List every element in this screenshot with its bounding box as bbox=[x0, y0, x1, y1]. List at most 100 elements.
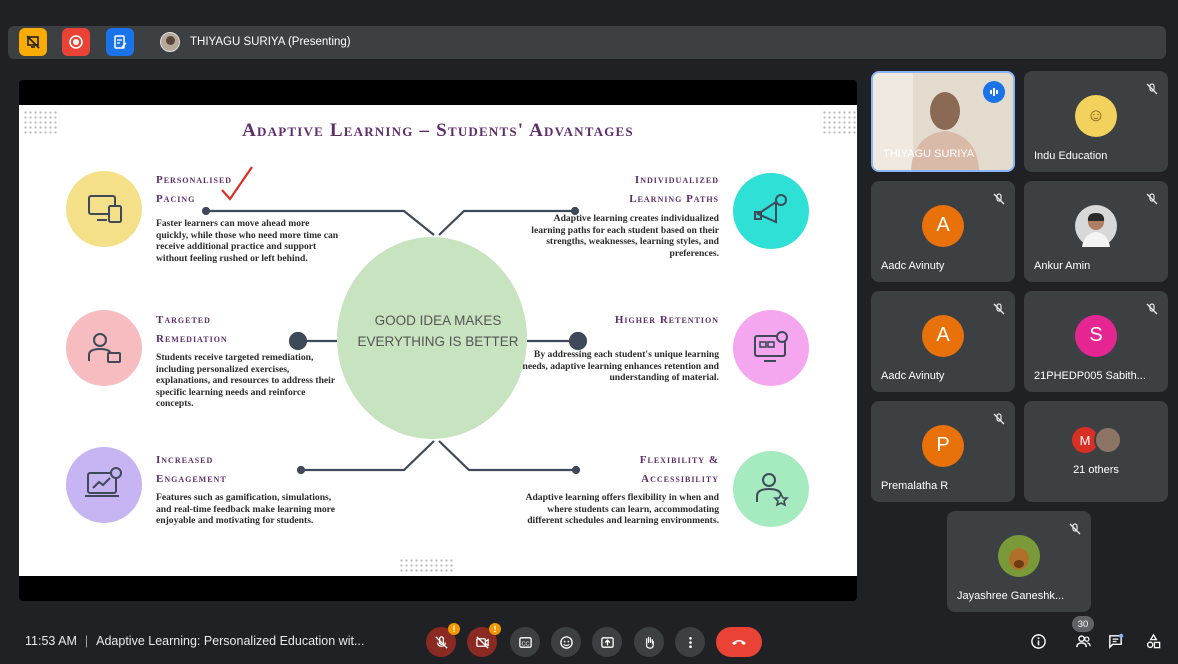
audio-level-icon bbox=[990, 88, 998, 96]
activities-button[interactable] bbox=[1140, 628, 1166, 654]
mic-off-icon bbox=[993, 303, 1005, 315]
analytics-screen-icon bbox=[85, 467, 122, 497]
separator: | bbox=[84, 634, 89, 648]
mic-off-icon bbox=[993, 193, 1005, 205]
camera-off-icon bbox=[475, 635, 489, 649]
avatar-image bbox=[1075, 204, 1117, 247]
captions-icon: CC bbox=[518, 636, 532, 648]
section-title: Personalised Pacing bbox=[156, 174, 233, 205]
leave-call-button[interactable] bbox=[716, 627, 762, 657]
participant-tile[interactable]: Jayashree Ganeshk... bbox=[947, 511, 1091, 612]
computer-icon-circle bbox=[66, 171, 142, 247]
megaphone-gear-icon bbox=[754, 194, 787, 224]
pin-off-button[interactable] bbox=[19, 28, 47, 56]
meeting-details-button[interactable] bbox=[1025, 628, 1051, 654]
avatar-initial: S bbox=[1075, 314, 1117, 357]
shared-slide: Adaptive Learning – Students' Advantages… bbox=[19, 105, 857, 576]
monitor-icon bbox=[754, 331, 788, 362]
participant-tile-video[interactable]: THIYAGU SURIYA bbox=[871, 71, 1015, 172]
others-count-label: 21 others bbox=[1073, 464, 1119, 476]
captions-button[interactable]: CC bbox=[510, 627, 540, 657]
people-button[interactable] bbox=[1070, 628, 1096, 654]
participant-name: Ankur Amin bbox=[1034, 260, 1091, 272]
emoji-icon bbox=[559, 635, 573, 649]
section-body: Students receive targeted remediation, i… bbox=[156, 352, 335, 410]
mic-off-icon bbox=[1146, 193, 1158, 205]
participant-name: Premalatha R bbox=[881, 480, 949, 492]
record-icon bbox=[69, 35, 83, 49]
participant-name: Jayashree Ganeshk... bbox=[957, 590, 1065, 602]
teacher-icon bbox=[88, 333, 121, 363]
chat-button[interactable] bbox=[1102, 628, 1128, 654]
person-star-icon bbox=[756, 473, 789, 507]
mic-off-icon bbox=[1146, 83, 1158, 95]
activities-icon bbox=[1146, 633, 1160, 648]
dog-photo-icon bbox=[1009, 547, 1029, 570]
raise-hand-button[interactable] bbox=[634, 627, 664, 657]
presenter-label: THIYAGU SURIYA (Presenting) bbox=[190, 36, 351, 48]
hang-up-icon bbox=[732, 640, 746, 645]
participant-name: THIYAGU SURIYA bbox=[883, 148, 975, 160]
avatar-initial: A bbox=[922, 204, 964, 247]
warning-badge: ! bbox=[448, 623, 460, 635]
note-edit-icon bbox=[114, 35, 127, 49]
present-screen-icon bbox=[600, 636, 614, 648]
megaphone-gear-icon-circle bbox=[733, 173, 809, 249]
avatar-image: ☺ bbox=[1075, 94, 1117, 137]
meeting-title[interactable]: Adaptive Learning: Personalized Educatio… bbox=[96, 634, 364, 648]
section-body: Faster learners can move ahead more quic… bbox=[156, 218, 339, 264]
warning-badge: ! bbox=[489, 623, 501, 635]
section-title: Higher Retention bbox=[614, 314, 719, 326]
mic-off-icon bbox=[1069, 523, 1081, 535]
center-text: GOOD IDEA MAKES EVERYTHING IS BETTER bbox=[357, 313, 519, 349]
more-options-button[interactable] bbox=[675, 627, 705, 657]
emoji-button[interactable] bbox=[551, 627, 581, 657]
participant-tile[interactable]: ☺ Indu Education bbox=[1024, 71, 1168, 172]
present-button[interactable] bbox=[592, 627, 622, 657]
hand-icon bbox=[645, 636, 654, 649]
computer-icon bbox=[88, 195, 122, 223]
section-body: Adaptive learning offers flexibility in … bbox=[525, 492, 719, 527]
mic-off-icon bbox=[434, 635, 448, 649]
record-button[interactable] bbox=[62, 28, 90, 56]
chat-icon bbox=[1108, 633, 1123, 649]
person-star-icon-circle bbox=[733, 451, 809, 527]
speaking-indicator bbox=[983, 81, 1005, 103]
section-title: Increased Engagement bbox=[156, 454, 227, 485]
section-body: Adaptive learning creates individualized… bbox=[531, 213, 719, 259]
section-body: Features such as gamification, simulatio… bbox=[156, 492, 335, 527]
section-title: Flexibility & Accessibility bbox=[639, 454, 719, 485]
section-title: Individualized Learning Paths bbox=[629, 174, 719, 205]
people-icon bbox=[1075, 634, 1091, 647]
monitor-icon-circle bbox=[733, 310, 809, 386]
avatar-initial: P bbox=[922, 424, 964, 467]
participant-name: Aadc Avinuty bbox=[881, 260, 945, 272]
person-photo-icon bbox=[1082, 212, 1110, 247]
svg-text:CC: CC bbox=[521, 641, 529, 647]
participant-tile[interactable]: A Aadc Avinuty bbox=[871, 181, 1015, 282]
participant-name: Aadc Avinuty bbox=[881, 370, 945, 382]
mic-off-icon bbox=[993, 413, 1005, 425]
section-title: Targeted Remediation bbox=[156, 314, 228, 345]
participant-name: 21PHEDP005 Sabith... bbox=[1034, 370, 1146, 382]
section-body: By addressing each student's unique lear… bbox=[522, 349, 719, 384]
meeting-info: 11:53 AM | Adaptive Learning: Personalized… bbox=[25, 634, 364, 648]
participant-name: Indu Education bbox=[1034, 150, 1108, 162]
info-icon bbox=[1030, 633, 1046, 649]
clock-time: 11:53 AM bbox=[25, 634, 77, 648]
participant-tile[interactable]: P Premalatha R bbox=[871, 401, 1015, 502]
teacher-icon-circle bbox=[66, 310, 142, 386]
avatar-image bbox=[998, 534, 1040, 577]
mic-toggle-button[interactable]: ! bbox=[426, 623, 460, 657]
presenter-chip[interactable]: THIYAGU SURIYA (Presenting) bbox=[152, 27, 363, 57]
pin-off-icon bbox=[26, 35, 40, 49]
participant-tile[interactable]: Ankur Amin bbox=[1024, 181, 1168, 282]
more-vert-icon bbox=[688, 636, 692, 648]
participant-tile[interactable]: A Aadc Avinuty bbox=[871, 291, 1015, 392]
participant-tile[interactable]: S 21PHEDP005 Sabith... bbox=[1024, 291, 1168, 392]
presenter-avatar bbox=[160, 32, 180, 52]
analytics-screen-icon-circle bbox=[66, 447, 142, 523]
add-note-button[interactable] bbox=[106, 28, 134, 56]
camera-toggle-button[interactable]: ! bbox=[467, 623, 501, 657]
others-tile[interactable]: M 21 others bbox=[1024, 401, 1168, 502]
